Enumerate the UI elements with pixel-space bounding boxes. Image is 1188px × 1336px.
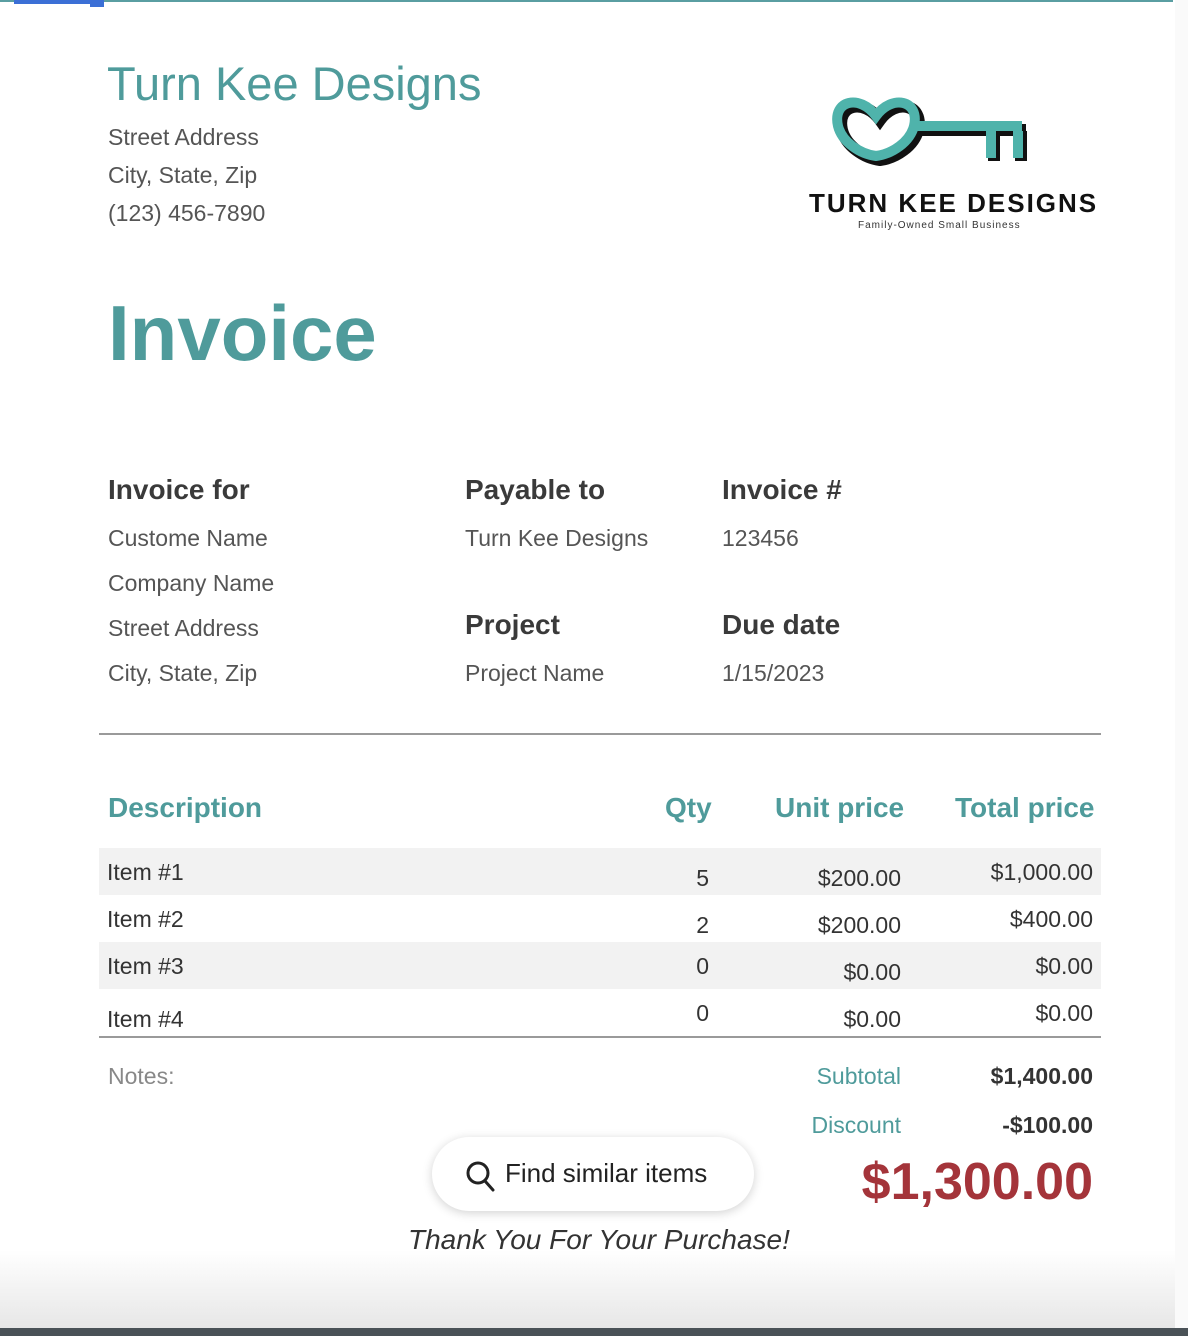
- right-margin: [1175, 0, 1188, 1328]
- logo-subtitle: Family-Owned Small Business: [858, 220, 1021, 231]
- find-similar-button[interactable]: Find similar items: [432, 1137, 754, 1211]
- notes-label: Notes:: [108, 1063, 175, 1089]
- due-date-value: 1/15/2023: [722, 660, 825, 686]
- logo-title: TURN KEE DESIGNS: [809, 188, 1099, 218]
- project-value: Project Name: [465, 660, 605, 686]
- customer-street: Street Address: [108, 615, 259, 641]
- row-total-price: $1,000.00: [990, 859, 1093, 885]
- col-qty: Qty: [665, 792, 712, 823]
- invoice-number-label: Invoice #: [722, 474, 842, 505]
- table-row: Item #2 2 $200.00 $400.00: [99, 895, 1101, 942]
- row-description: Item #4: [107, 1006, 184, 1032]
- bottom-bar: [0, 1328, 1188, 1336]
- invoice-for-label: Invoice for: [108, 474, 250, 505]
- company-logo: TURN KEE DESIGNS Family-Owned Small Busi…: [800, 88, 1100, 238]
- row-unit-price: $200.00: [817, 865, 901, 891]
- company-city: City, State, Zip: [108, 162, 258, 188]
- row-qty: 5: [696, 865, 709, 891]
- divider: [99, 733, 1101, 735]
- selection-handle: [90, 0, 104, 7]
- row-description: Item #1: [107, 859, 184, 885]
- selection-tab: [14, 0, 92, 4]
- table-row: Item #4 0 $0.00 $0.00: [99, 989, 1101, 1036]
- grand-total: $1,300.00: [861, 1153, 1093, 1211]
- row-description: Item #2: [107, 906, 184, 932]
- company-name: Turn Kee Designs: [107, 57, 482, 110]
- row-description: Item #3: [107, 953, 184, 979]
- customer-city: City, State, Zip: [108, 660, 258, 686]
- project-label: Project: [465, 609, 560, 640]
- find-similar-label: Find similar items: [505, 1158, 708, 1188]
- due-date-label: Due date: [722, 609, 841, 640]
- top-border: [0, 0, 1173, 2]
- subtotal-value: $1,400.00: [990, 1063, 1093, 1089]
- row-total-price: $0.00: [1035, 1000, 1093, 1026]
- col-total-price: Total price: [955, 792, 1095, 823]
- customer-company: Company Name: [108, 570, 275, 596]
- company-street: Street Address: [108, 124, 259, 150]
- row-qty: 0: [696, 953, 709, 979]
- row-total-price: $400.00: [1009, 906, 1093, 932]
- invoice-number-value: 123456: [722, 525, 799, 551]
- col-description: Description: [108, 792, 263, 823]
- table-row: Item #1 5 $200.00 $1,000.00: [99, 848, 1101, 895]
- payable-to-label: Payable to: [465, 474, 606, 505]
- table-row: Item #3 0 $0.00 $0.00: [99, 942, 1101, 989]
- payable-to-value: Turn Kee Designs: [465, 525, 649, 551]
- col-unit-price: Unit price: [775, 792, 905, 823]
- row-qty: 2: [696, 912, 709, 938]
- subtotal-label: Subtotal: [816, 1063, 901, 1089]
- key-icon: [832, 97, 1027, 167]
- row-unit-price: $0.00: [843, 1006, 901, 1032]
- table-bottom-divider: [99, 1036, 1101, 1038]
- row-unit-price: $0.00: [843, 959, 901, 985]
- customer-name: Custome Name: [108, 525, 268, 551]
- company-phone: (123) 456-7890: [108, 200, 266, 226]
- discount-label: Discount: [811, 1112, 901, 1138]
- row-total-price: $0.00: [1035, 953, 1093, 979]
- bottom-fade: [0, 1250, 1188, 1330]
- search-icon: [466, 1161, 495, 1192]
- discount-value: -$100.00: [1002, 1112, 1093, 1138]
- invoice-title: Invoice: [108, 289, 377, 377]
- row-qty: 0: [696, 1000, 709, 1026]
- row-unit-price: $200.00: [817, 912, 901, 938]
